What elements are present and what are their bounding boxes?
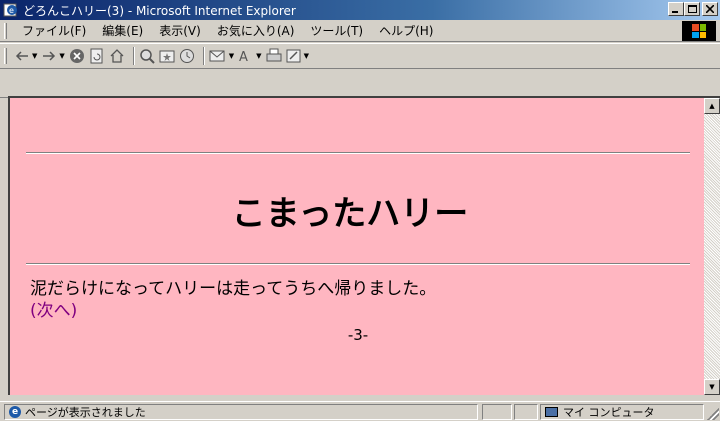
back-icon [15, 51, 28, 61]
ie-page-icon: e [9, 406, 21, 418]
menu-file[interactable]: ファイル(F) [14, 22, 94, 39]
vertical-scrollbar[interactable]: ▲ ▼ [704, 96, 720, 395]
maximize-button[interactable] [684, 2, 700, 16]
page-headline: こまったハリー [231, 194, 469, 234]
page-number: -3- [347, 326, 369, 344]
search-icon [140, 49, 155, 64]
mail-button[interactable]: ▼ [209, 46, 234, 66]
horizontal-rule [26, 152, 690, 154]
history-icon [179, 49, 194, 63]
edit-button[interactable]: ▼ [286, 46, 309, 66]
resize-grip-icon[interactable] [707, 408, 719, 420]
status-text: ページが表示されました [25, 406, 146, 419]
menubar-grip[interactable] [4, 22, 7, 39]
back-button[interactable]: ▼ [14, 46, 37, 66]
zone-text: マイ コンピュータ [563, 406, 655, 419]
body-text: 泥だらけになってハリーは走ってうちへ帰りました。 [30, 279, 437, 299]
print-icon [266, 48, 282, 62]
status-security-cell [514, 404, 538, 420]
title-bar: e どろんこハリー(3) - Microsoft Internet Explor… [0, 0, 720, 20]
favorites-button[interactable] [159, 46, 175, 66]
toolbar-grip[interactable] [4, 48, 7, 64]
toolbar-separator [132, 47, 135, 65]
search-button[interactable] [139, 46, 155, 66]
address-area-band [0, 70, 720, 98]
status-bar: e ページが表示されました マイ コンピュータ [0, 401, 720, 421]
status-progress-cell [482, 404, 512, 420]
refresh-icon [90, 48, 103, 64]
minimize-button[interactable] [668, 2, 684, 16]
menu-tools[interactable]: ツール(T) [302, 22, 371, 39]
toolbar-separator [202, 47, 205, 65]
menu-view[interactable]: 表示(V) [151, 22, 209, 39]
close-button[interactable] [702, 2, 718, 16]
window-controls [668, 2, 718, 16]
print-button[interactable] [266, 46, 282, 66]
svg-text:A: A [239, 50, 248, 64]
home-icon [110, 49, 124, 63]
windows-logo-icon [692, 24, 706, 38]
font-size-icon: A [239, 50, 248, 64]
standard-toolbar: ▼ ▼ ▼ A ▼ ▼ [0, 43, 720, 69]
forward-icon [43, 51, 56, 61]
page-content: こまったハリー 泥だらけになってハリーは走ってうちへ帰りました。 (次へ) -3… [8, 96, 704, 395]
scroll-down-button[interactable]: ▼ [704, 379, 720, 395]
stop-button[interactable] [69, 46, 85, 66]
forward-button[interactable]: ▼ [41, 46, 65, 66]
my-computer-icon [545, 407, 558, 417]
font-size-button[interactable]: A ▼ [238, 46, 261, 66]
favorites-icon [159, 50, 175, 63]
windows-logo-throbber [682, 21, 716, 41]
home-button[interactable] [109, 46, 125, 66]
menu-help[interactable]: ヘルプ(H) [371, 22, 441, 39]
edit-icon [286, 49, 301, 63]
window-title: どろんこハリー(3) - Microsoft Internet Explorer [23, 3, 296, 18]
svg-text:e: e [9, 6, 14, 15]
menu-favorites[interactable]: お気に入り(A) [209, 22, 303, 39]
horizontal-rule [26, 263, 690, 265]
menu-edit[interactable]: 編集(E) [94, 22, 151, 39]
menu-bar: ファイル(F) 編集(E) 表示(V) お気に入り(A) ツール(T) ヘルプ(… [0, 20, 720, 42]
stop-icon [69, 49, 84, 63]
refresh-button[interactable] [89, 46, 105, 66]
mail-icon [209, 50, 225, 62]
ie-page-icon: e [3, 2, 19, 18]
scroll-up-button[interactable]: ▲ [704, 98, 720, 114]
status-main: e ページが表示されました [4, 404, 478, 420]
history-button[interactable] [179, 46, 195, 66]
status-zone: マイ コンピュータ [540, 404, 704, 420]
next-page-link[interactable]: (次へ) [30, 296, 77, 321]
